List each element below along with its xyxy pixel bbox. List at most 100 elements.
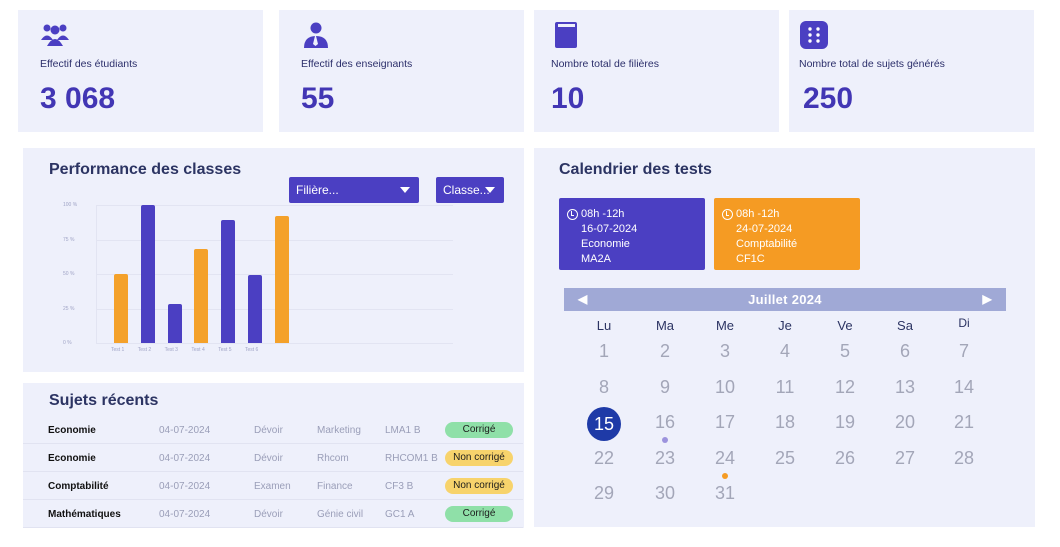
calendar-day[interactable]: 6	[885, 341, 925, 362]
table-row[interactable]: Mathématiques 04-07-2024 Dévoir Génie civil…	[23, 500, 523, 528]
calendar-day[interactable]: 14	[944, 377, 984, 398]
weekday-label: Di	[958, 316, 970, 330]
test-event-card[interactable]: 08h -12h 24-07-2024 Comptabilité CF1C	[714, 198, 860, 270]
row-class: LMA1 B	[385, 425, 421, 436]
weekday-label: Ve	[837, 318, 853, 333]
bar-test-4	[194, 249, 209, 343]
calendar-day[interactable]: 2	[645, 341, 685, 362]
calendar-day[interactable]: 22	[584, 448, 624, 469]
calendar-day[interactable]: 23	[645, 448, 685, 469]
stat-value: 3 068	[40, 82, 116, 115]
calendar-day[interactable]: 3	[705, 341, 745, 362]
calendar-day[interactable]: 12	[825, 377, 865, 398]
y-tick-label: 75 %	[63, 236, 75, 243]
calendar-day[interactable]: 25	[765, 448, 805, 469]
clock-icon	[722, 209, 733, 220]
bar-test-1	[114, 274, 128, 343]
x-tick-label: Test 3	[164, 347, 178, 353]
y-axis-line	[96, 205, 97, 343]
calendar-title: Calendrier des tests	[559, 161, 712, 178]
event-marker-dot	[722, 472, 728, 479]
test-event-card[interactable]: 08h -12h 16-07-2024 Economie MA2A	[559, 198, 705, 270]
calendar-day[interactable]: 7	[944, 341, 984, 362]
calendar-day[interactable]: 4	[765, 341, 805, 362]
y-tick-label: 25 %	[63, 305, 75, 312]
row-date: 04-07-2024	[159, 509, 211, 520]
chart-gridline	[96, 343, 453, 344]
bar-test-2	[140, 205, 155, 343]
row-field: Génie civil	[317, 509, 364, 520]
calendar-day[interactable]: 9	[645, 377, 685, 398]
calendar-day-selected[interactable]: 15	[587, 407, 621, 441]
next-month-button[interactable]: ▶	[982, 288, 992, 311]
event-marker-dot	[662, 437, 668, 443]
row-date: 04-07-2024	[159, 425, 211, 436]
performance-card: Performance des classes Filière... Class…	[23, 148, 524, 372]
users-group-icon	[41, 24, 69, 46]
weekday-label: Me	[715, 318, 735, 333]
stat-label: Nombre total de sujets générés	[799, 58, 945, 70]
prev-month-button[interactable]: ◀	[578, 288, 588, 311]
row-subject: Mathématiques	[48, 509, 121, 520]
calendar-day[interactable]: 16	[645, 412, 685, 433]
stat-value: 10	[551, 82, 585, 115]
table-row[interactable]: Comptabilité 04-07-2024 Examen Finance CF3 B…	[23, 472, 523, 500]
calendar-day[interactable]: 19	[825, 412, 865, 433]
x-tick-label: Test 5	[218, 347, 232, 353]
calendar-day[interactable]: 11	[765, 377, 805, 398]
stat-card-students: Effectif des étudiants 3 068	[18, 10, 263, 132]
weekday-label: Lu	[596, 318, 612, 333]
table-row[interactable]: Economie 04-07-2024 Dévoir Marketing LMA1 B C…	[23, 416, 523, 444]
calendar-day[interactable]: 18	[765, 412, 805, 433]
calendar-month-label: Juillet 2024	[748, 292, 822, 307]
calendar-day[interactable]: 30	[645, 483, 685, 504]
row-class: CF3 B	[385, 481, 414, 492]
row-subject: Economie	[48, 425, 96, 436]
bar-test-3	[167, 304, 182, 343]
row-type: Dévoir	[254, 453, 283, 464]
stat-label: Nombre total de filières	[551, 58, 659, 70]
x-tick-label: Test 1	[111, 347, 125, 353]
calendar-month-header: ◀ Juillet 2024 ▶	[564, 288, 1006, 311]
row-subject: Comptabilité	[48, 481, 109, 492]
stat-value: 250	[803, 82, 854, 115]
row-date: 04-07-2024	[159, 453, 211, 464]
status-badge: Non corrigé	[445, 450, 513, 466]
row-class: RHCOM1 B	[385, 453, 438, 464]
row-type: Dévoir	[254, 425, 283, 436]
recent-subjects-card: Sujets récents Economie 04-07-2024 Dévoir M…	[23, 383, 524, 528]
event-time: 08h -12h	[581, 208, 625, 220]
x-tick-label: Test 2	[137, 347, 152, 353]
calendar-day[interactable]: 28	[944, 448, 984, 469]
stat-card-subjects: Nombre total de sujets générés 250	[789, 10, 1034, 132]
calendar-day[interactable]: 5	[825, 341, 865, 362]
event-subject: Comptabilité	[736, 238, 798, 250]
status-badge: Non corrigé	[445, 478, 513, 494]
calendar-day[interactable]: 21	[944, 412, 984, 433]
calendar-day[interactable]: 20	[885, 412, 925, 433]
calendar-day[interactable]: 10	[705, 377, 745, 398]
row-type: Examen	[254, 481, 291, 492]
clock-icon	[567, 209, 578, 220]
calendar-day[interactable]: 26	[825, 448, 865, 469]
y-tick-label: 0 %	[63, 340, 72, 346]
calendar-day[interactable]: 29	[584, 483, 624, 504]
stat-label: Effectif des enseignants	[301, 58, 413, 70]
grid-dots-icon	[800, 21, 828, 49]
calendar-day[interactable]: 1	[584, 341, 624, 362]
calendar-day[interactable]: 13	[885, 377, 925, 398]
calendar-day[interactable]: 24	[705, 448, 745, 469]
y-tick-label: 100 %	[63, 202, 78, 208]
stat-label: Effectif des étudiants	[40, 58, 138, 70]
calendar-day[interactable]: 8	[584, 377, 624, 398]
event-date: 24-07-2024	[736, 223, 793, 235]
calendar-day[interactable]: 27	[885, 448, 925, 469]
weekday-label: Sa	[897, 318, 913, 333]
book-icon	[555, 22, 577, 48]
calendar-day[interactable]: 17	[705, 412, 745, 433]
bar-test-6	[248, 275, 262, 343]
calendar-card: Calendrier des tests 08h -12h 16-07-2024 E…	[534, 148, 1035, 527]
event-date: 16-07-2024	[581, 223, 638, 235]
calendar-day[interactable]: 31	[705, 483, 745, 504]
table-row[interactable]: Economie 04-07-2024 Dévoir Rhcom RHCOM1 B Non…	[23, 444, 523, 472]
